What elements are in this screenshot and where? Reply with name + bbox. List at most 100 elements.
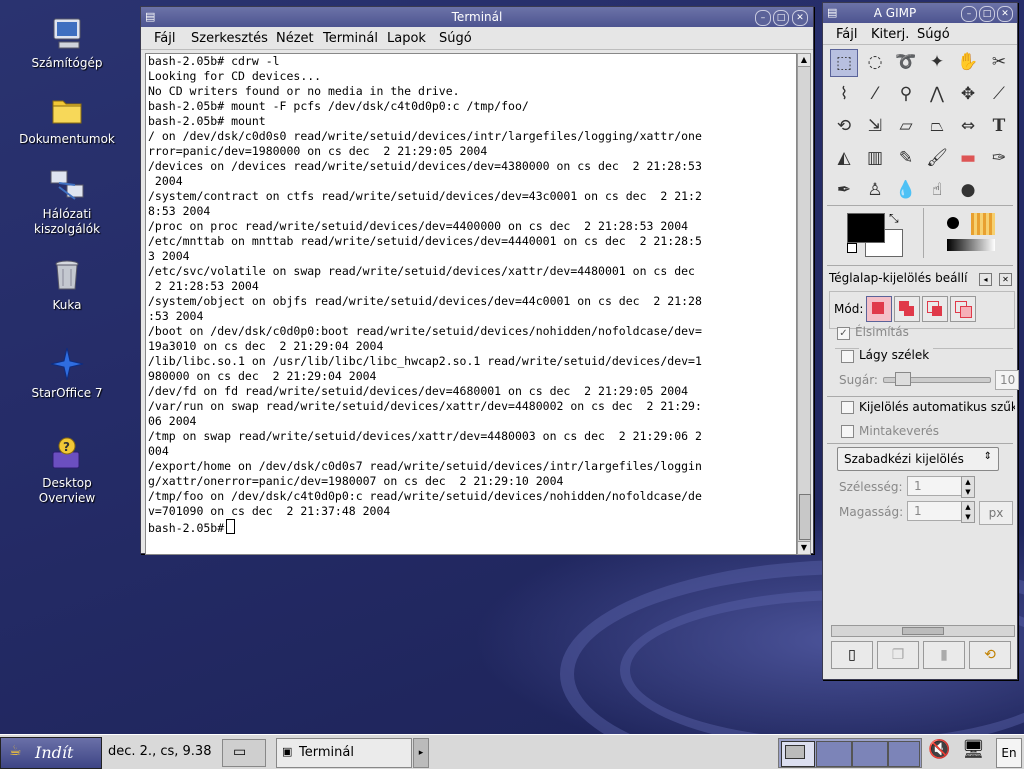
menu-tabs[interactable]: Lapok [387, 31, 426, 46]
close-button[interactable]: ✕ [792, 10, 808, 26]
volume-muted-icon[interactable]: 🔇 [928, 739, 950, 760]
measure-tool-icon[interactable]: ⋀ [923, 80, 951, 108]
blur-tool-icon[interactable]: 💧 [892, 176, 920, 204]
desktop-icon-staroffice[interactable]: StarOffice 7 [7, 346, 127, 401]
height-field[interactable]: 1 [907, 501, 967, 521]
clock[interactable]: dec. 2., cs, 9.38 [108, 744, 211, 759]
workspace-2[interactable] [816, 741, 852, 767]
move-tool-icon[interactable]: ✥ [954, 80, 982, 108]
foreground-color-swatch[interactable] [847, 213, 885, 243]
flip-tool-icon[interactable]: ⇔ [954, 112, 982, 140]
rotate-tool-icon[interactable]: ⟲ [830, 112, 858, 140]
scroll-down-arrow[interactable]: ▼ [798, 541, 810, 554]
eraser-tool-icon[interactable]: ▬ [954, 144, 982, 172]
close-tab-icon[interactable]: ✕ [999, 273, 1012, 286]
clone-tool-icon[interactable]: ♙ [861, 176, 889, 204]
restore-options-button[interactable]: ❐ [877, 641, 919, 669]
default-colors-icon[interactable] [847, 243, 857, 253]
keyboard-layout-indicator[interactable]: En [996, 738, 1022, 768]
magnify-tool-icon[interactable]: ⚲ [892, 80, 920, 108]
mode-subtract-button[interactable] [922, 296, 948, 322]
desktop-icon-overview[interactable]: ? Desktop Overview [7, 436, 127, 506]
brush-preview-icon[interactable] [947, 217, 959, 229]
pattern-preview-icon[interactable] [971, 213, 995, 235]
menu-terminal[interactable]: Terminál [323, 31, 378, 46]
auto-shrink-checkbox[interactable] [841, 401, 854, 414]
fuzzy-select-tool-icon[interactable]: ✦ [923, 48, 951, 76]
scale-tool-icon[interactable]: ⇲ [861, 112, 889, 140]
bucket-fill-tool-icon[interactable]: ◭ [830, 144, 858, 172]
color-picker-tool-icon[interactable]: ⁄ [861, 80, 889, 108]
swap-colors-icon[interactable]: ⤡ [889, 211, 899, 226]
airbrush-tool-icon[interactable]: ✑ [985, 144, 1013, 172]
ellipse-select-tool-icon[interactable]: ◌ [861, 48, 889, 76]
crop-tool-icon[interactable]: ⟋ [985, 80, 1013, 108]
menu-help[interactable]: Súgó [439, 31, 472, 46]
mode-replace-button[interactable] [866, 296, 892, 322]
gradient-preview[interactable] [947, 239, 995, 251]
scroll-up-arrow[interactable]: ▲ [798, 54, 810, 67]
paths-tool-icon[interactable]: ⌇ [830, 80, 858, 108]
ink-tool-icon[interactable]: ✒ [830, 176, 858, 204]
gimp-menu-help[interactable]: Súgó [917, 27, 950, 42]
width-spin-arrows[interactable]: ▲ ▼ [961, 476, 975, 498]
delete-options-button[interactable]: ▮ [923, 641, 965, 669]
show-desktop-button[interactable]: ▭ [222, 739, 266, 767]
task-overflow-icon[interactable]: ▸ [413, 738, 429, 768]
desktop-icon-computer[interactable]: Számítógép [7, 16, 127, 71]
smudge-tool-icon[interactable]: ☝ [923, 176, 951, 204]
width-field[interactable]: 1 [907, 476, 967, 496]
gimp-titlebar[interactable]: ▤ A GIMP – □ ✕ [823, 3, 1017, 23]
menu-file[interactable]: Fájl [154, 31, 175, 46]
gimp-hscrollbar[interactable] [831, 625, 1015, 637]
unit-dropdown[interactable]: px [979, 501, 1013, 525]
terminal-output[interactable]: bash-2.05b# cdrw -l Looking for CD devic… [145, 53, 797, 555]
gimp-hscroll-thumb[interactable] [902, 627, 944, 635]
blend-tool-icon[interactable]: ▥ [861, 144, 889, 172]
mode-add-button[interactable] [894, 296, 920, 322]
save-options-button[interactable]: ▯ [831, 641, 873, 669]
terminal-scrollbar[interactable]: ▲ ▼ [797, 53, 811, 555]
radius-slider-handle[interactable] [895, 372, 911, 386]
radius-value[interactable]: 10 [995, 370, 1019, 390]
dodge-burn-tool-icon[interactable]: ● [954, 176, 982, 204]
feather-checkbox[interactable] [841, 350, 854, 363]
minimize-button[interactable]: – [755, 10, 771, 26]
maximize-button[interactable]: □ [979, 6, 995, 22]
tab-menu-icon[interactable]: ◂ [979, 273, 992, 286]
selection-mode-dropdown[interactable]: Szabadkézi kijelölés ⇕ [837, 447, 999, 471]
menu-view[interactable]: Nézet [276, 31, 314, 46]
color-select-tool-icon[interactable]: ✋ [954, 48, 982, 76]
gimp-menu-file[interactable]: Fájl [836, 27, 857, 42]
scissors-tool-icon[interactable]: ✂ [985, 48, 1013, 76]
start-button[interactable]: ☕ Indít [0, 737, 102, 769]
desktop-icon-documents[interactable]: Dokumentumok [7, 92, 127, 147]
rect-select-tool-icon[interactable]: ⬚ [830, 49, 858, 77]
task-terminal-button[interactable]: ▣ Terminál [276, 738, 412, 768]
terminal-titlebar[interactable]: ▤ Terminál – □ ✕ [141, 7, 813, 27]
sample-merged-checkbox[interactable] [841, 425, 854, 438]
pencil-tool-icon[interactable]: ✎ [892, 144, 920, 172]
maximize-button[interactable]: □ [773, 10, 789, 26]
lasso-tool-icon[interactable]: ➰ [892, 48, 920, 76]
shear-tool-icon[interactable]: ▱ [892, 112, 920, 140]
antialias-checkbox[interactable]: ✓ [837, 327, 850, 340]
mode-intersect-button[interactable] [950, 296, 976, 322]
desktop-icon-trash[interactable]: Kuka [7, 258, 127, 313]
minimize-button[interactable]: – [961, 6, 977, 22]
perspective-tool-icon[interactable]: ⏢ [923, 112, 951, 140]
gimp-menu-xtns[interactable]: Kiterj. [871, 27, 909, 42]
desktop-icon-network[interactable]: Hálózati kiszolgálók [7, 167, 127, 237]
workspace-4[interactable] [888, 741, 920, 767]
menu-edit[interactable]: Szerkesztés [191, 31, 268, 46]
workspace-3[interactable] [852, 741, 888, 767]
network-status-icon[interactable]: 🖥 [962, 739, 985, 760]
close-button[interactable]: ✕ [997, 6, 1013, 22]
height-spin-arrows[interactable]: ▲ ▼ [961, 501, 975, 523]
paintbrush-tool-icon[interactable]: 🖌 [923, 144, 951, 172]
reset-options-button[interactable]: ⟲ [969, 641, 1011, 669]
scroll-thumb[interactable] [799, 494, 811, 540]
workspace-1[interactable] [781, 741, 815, 767]
text-tool-icon[interactable]: T [985, 112, 1013, 140]
workspace-switcher[interactable] [778, 738, 922, 768]
